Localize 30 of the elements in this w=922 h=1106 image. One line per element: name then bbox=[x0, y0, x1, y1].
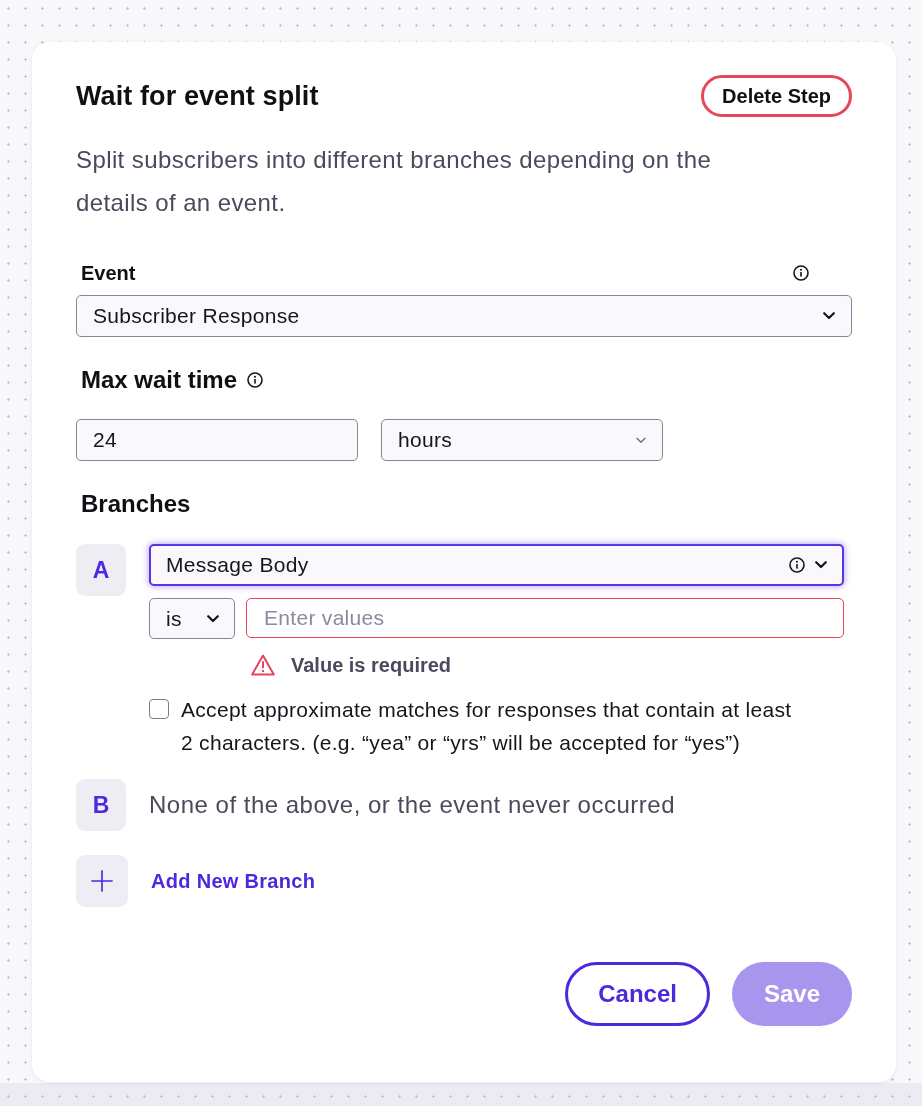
info-icon[interactable] bbox=[247, 372, 264, 388]
info-icon[interactable] bbox=[793, 265, 809, 281]
event-select[interactable]: Subscriber Response bbox=[76, 295, 852, 337]
error-message: Value is required bbox=[291, 653, 452, 677]
add-new-branch-link[interactable]: Add New Branch bbox=[151, 869, 316, 893]
max-wait-time-label: Max wait time bbox=[81, 366, 238, 394]
dialog-description: Split subscribers into different branches depending on the details of an event. bbox=[76, 145, 713, 218]
checkbox[interactable] bbox=[149, 699, 169, 719]
branch-letter-badge: B bbox=[76, 779, 126, 831]
info-icon[interactable] bbox=[789, 557, 805, 573]
chevron-down-icon bbox=[207, 614, 219, 623]
add-branch-icon-button[interactable] bbox=[76, 855, 128, 907]
chevron-down-icon bbox=[636, 436, 646, 444]
branch-description: None of the above, or the event never occurred bbox=[149, 791, 675, 819]
warning-icon bbox=[251, 654, 275, 676]
chevron-down-icon bbox=[823, 312, 835, 320]
event-label: Event bbox=[81, 261, 136, 285]
operator-select[interactable]: is bbox=[149, 598, 235, 639]
field-select[interactable]: Message Body bbox=[149, 544, 844, 586]
branches-heading: Branches bbox=[81, 490, 191, 518]
dialog-title: Wait for event split bbox=[76, 80, 319, 112]
delete-step-button[interactable]: Delete Step bbox=[701, 75, 852, 117]
chevron-down-icon bbox=[815, 561, 827, 569]
cancel-button[interactable]: Cancel bbox=[565, 962, 710, 1026]
branch-letter-badge: A bbox=[76, 544, 126, 596]
wait-unit-select[interactable]: hours bbox=[381, 419, 663, 461]
plus-icon bbox=[91, 870, 113, 892]
checkbox-label: Accept approximate matches for responses that contain at least 2 characters. (e.g. “yea” or “yrs” will be accepted for “yes”) bbox=[181, 697, 793, 756]
wait-amount-input[interactable]: 24 bbox=[76, 419, 358, 461]
values-input[interactable]: Enter values bbox=[246, 598, 844, 638]
